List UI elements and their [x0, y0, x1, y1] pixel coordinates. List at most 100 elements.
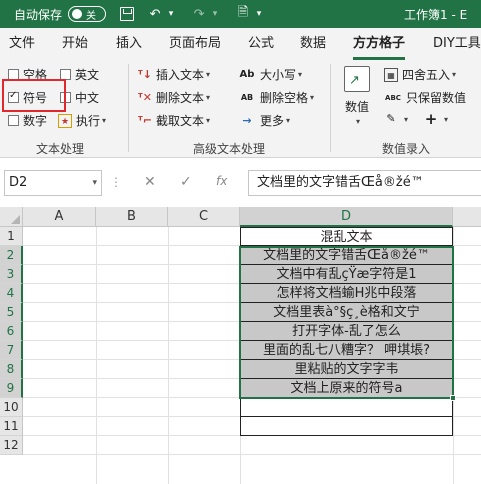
autosave-toggle[interactable]: 关	[68, 6, 107, 22]
annotation-highlight-box	[2, 79, 66, 112]
grid-line	[453, 227, 454, 484]
case-button[interactable]: Ab 大小写 ▾	[238, 66, 302, 83]
row-header[interactable]: 10	[0, 398, 23, 417]
checkbox-label: 数字	[23, 114, 48, 128]
table-cell[interactable]: 里粘贴的文字字韦	[240, 360, 453, 379]
execute-button[interactable]: ★ 执行 ▾	[58, 112, 106, 129]
formula-input[interactable]: 文档里的文字错舌Œå®žé™	[248, 170, 481, 196]
grid-line	[168, 227, 169, 484]
undo-dropdown-icon[interactable]: ▾	[164, 7, 178, 21]
delete-text-button[interactable]: ᵀ✕ 删除文本 ▾	[138, 89, 210, 106]
redo-dropdown-icon[interactable]: ▾	[208, 7, 222, 21]
row-header[interactable]: 6	[0, 322, 23, 341]
grid-line	[23, 454, 481, 455]
extract-text-icon: ᵀ⌐	[138, 113, 152, 127]
column-header-e[interactable]	[453, 207, 481, 227]
title-bar: 自动保存 关 ↶ ▾ ↷ ▾ 🗎 ▾ 工作簿1 - E	[0, 0, 481, 28]
execute-icon: ★	[58, 113, 72, 128]
name-box[interactable]: D2 ▾	[4, 170, 102, 196]
tab-data[interactable]: 数据	[300, 28, 326, 60]
value-icon: ↗	[344, 66, 370, 92]
arrow-right-icon: →	[242, 113, 252, 127]
tab-insert[interactable]: 插入	[116, 28, 142, 60]
select-all-button[interactable]	[0, 207, 23, 227]
table-cell[interactable]	[240, 398, 453, 417]
row-header[interactable]: 12	[0, 436, 23, 455]
table-cell[interactable]: 文档里表à°§ç¸è格和文宁	[240, 303, 453, 322]
checkbox-number[interactable]: 数字	[8, 112, 47, 129]
group-separator	[128, 64, 129, 152]
save-icon[interactable]	[120, 7, 135, 21]
more-label: 更多	[260, 114, 285, 128]
table-cell[interactable]: 打开字体-乱了怎么	[240, 322, 453, 341]
redo-icon[interactable]: ↷	[192, 7, 206, 22]
row-header[interactable]: 1	[0, 227, 23, 246]
insert-text-button[interactable]: ᵀ↓ 插入文本 ▾	[138, 66, 210, 83]
column-header-b[interactable]: B	[96, 207, 168, 227]
column-header-c[interactable]: C	[168, 207, 240, 227]
round-label: 四舍五入	[402, 68, 451, 82]
column-header-a[interactable]: A	[23, 207, 96, 227]
row-header[interactable]: 3	[0, 265, 23, 284]
toggle-knob	[72, 9, 83, 19]
ribbon: 空格 英文 符号 中文 数字 ★ 执行▾ 文本处理 ᵀ↓ 插入文本▾ ᵀ✕ 删除…	[0, 60, 481, 158]
delete-text-label: 删除文本	[156, 91, 205, 105]
document-title: 工作簿1 - E	[404, 7, 468, 22]
more-button[interactable]: → 更多 ▾	[238, 112, 290, 129]
tab-diy-tools[interactable]: DIY工具	[433, 28, 481, 60]
delete-space-label: 删除空格	[260, 91, 309, 105]
row-header[interactable]: 9	[0, 379, 23, 398]
row-header[interactable]: 7	[0, 341, 23, 360]
insert-text-label: 插入文本	[156, 68, 205, 82]
checkbox-label: 中文	[75, 91, 100, 105]
extract-text-button[interactable]: ᵀ⌐ 截取文本 ▾	[138, 112, 210, 129]
table-cell[interactable]: 怎样将文档蝓H兆中段落	[240, 284, 453, 303]
more-icon[interactable]: ⋮	[110, 175, 123, 189]
function-icon[interactable]: fx	[216, 174, 227, 188]
row-header[interactable]: 2	[0, 246, 23, 265]
customize-toolbar-icon[interactable]: ▾	[252, 7, 266, 21]
table-cell[interactable]: 文档中有乱çŸæ字符是1	[240, 265, 453, 284]
row-header[interactable]: 8	[0, 360, 23, 379]
quick-access-icon[interactable]: 🗎	[236, 5, 250, 21]
chevron-down-icon[interactable]: ▾	[92, 171, 97, 195]
case-label: 大小写	[260, 68, 297, 82]
column-header-d[interactable]: D	[240, 207, 453, 227]
row-header[interactable]: 11	[0, 417, 23, 436]
tab-file[interactable]: 文件	[9, 28, 35, 60]
name-box-value: D2	[9, 175, 28, 190]
plus-dropdown[interactable]: + ▾	[424, 112, 448, 127]
table-cell[interactable]	[240, 417, 453, 436]
extract-text-label: 截取文本	[156, 114, 205, 128]
header-cell[interactable]: 混乱文本	[240, 227, 453, 246]
checkbox-label: 英文	[75, 68, 100, 82]
tab-home[interactable]: 开始	[62, 28, 88, 60]
row-header[interactable]: 5	[0, 303, 23, 322]
spreadsheet-grid: A B C D 1 混乱文本 2 文档里的文字错舌Œå®žé™ 3 文档中有乱çŸæ字符是…	[0, 207, 481, 484]
table-cell[interactable]: 文档里的文字错舌Œå®žé™	[240, 246, 453, 265]
delete-space-icon: AB	[240, 92, 254, 102]
delete-space-button[interactable]: AB 删除空格 ▾	[238, 89, 314, 106]
group-label-text-processing: 文本处理	[36, 142, 85, 156]
keep-value-button[interactable]: ABC 只保留数值	[384, 89, 466, 106]
delete-text-icon: ᵀ✕	[138, 90, 152, 104]
execute-label: 执行	[76, 114, 101, 128]
enter-icon[interactable]: ✓	[180, 174, 192, 190]
case-icon: Ab	[239, 68, 255, 80]
fill-handle[interactable]	[450, 395, 456, 401]
group-label-advanced: 高级文本处理	[193, 142, 266, 156]
value-button[interactable]: ↗ 数值 ▾	[344, 66, 370, 126]
table-cell[interactable]: 里面的乱七八糟字？ 呷㙋㙊?	[240, 341, 453, 360]
cancel-icon[interactable]: ✕	[144, 174, 156, 190]
tab-formulas[interactable]: 公式	[248, 28, 274, 60]
checkbox-box	[8, 115, 19, 126]
tab-page-layout[interactable]: 页面布局	[169, 28, 221, 60]
tab-fangfange[interactable]: 方方格子	[353, 28, 406, 60]
table-cell[interactable]: 文档上原来的符号a	[240, 379, 453, 398]
edit-dropdown[interactable]: ✎ ▾	[384, 112, 408, 126]
undo-icon[interactable]: ↶	[148, 7, 162, 22]
value-label: 数值	[344, 100, 369, 114]
row-header[interactable]: 4	[0, 284, 23, 303]
round-button[interactable]: ▦ 四舍五入 ▾	[384, 66, 456, 83]
grid-line	[96, 227, 97, 484]
